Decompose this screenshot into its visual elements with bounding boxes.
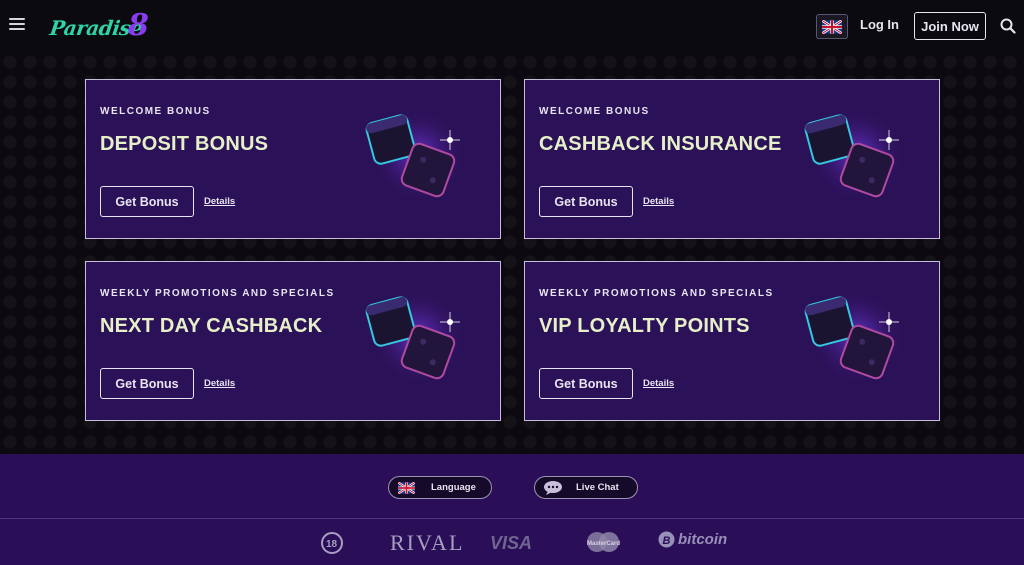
promo-title: VIP LOYALTY POINTS xyxy=(539,315,750,337)
details-link[interactable]: Details xyxy=(643,378,674,389)
menu-icon[interactable] xyxy=(9,18,25,32)
site-logo[interactable]: Paradise 8 xyxy=(48,8,160,44)
chat-bubble-icon xyxy=(544,480,562,495)
login-link[interactable]: Log In xyxy=(860,17,899,32)
age-18-icon: 18 xyxy=(320,531,344,560)
uk-flag-icon xyxy=(822,19,842,34)
promotions-area: WELCOME BONUS DEPOSIT BONUS Get Bonus De… xyxy=(0,52,1024,454)
promo-title: CASHBACK INSURANCE xyxy=(539,133,782,155)
language-button[interactable]: Language xyxy=(388,476,492,499)
promo-subtitle: WEEKLY PROMOTIONS AND SPECIALS xyxy=(100,288,335,299)
logo-number: 8 xyxy=(128,8,149,43)
rival-logo: RIVAL xyxy=(390,530,465,555)
promo-title: DEPOSIT BONUS xyxy=(100,133,269,155)
promo-card: WELCOME BONUS CASHBACK INSURANCE Get Bon… xyxy=(524,79,940,239)
promo-card: WEEKLY PROMOTIONS AND SPECIALS VIP LOYAL… xyxy=(524,261,940,421)
dice-icon xyxy=(804,107,905,203)
live-chat-button[interactable]: Live Chat xyxy=(534,476,638,499)
search-icon[interactable] xyxy=(1000,18,1016,34)
top-header: Paradise 8 Log In Join Now xyxy=(0,0,1024,52)
bitcoin-icon: B xyxy=(658,531,675,548)
dice-icon xyxy=(365,107,466,203)
uk-flag-icon xyxy=(398,481,415,494)
live-chat-label: Live Chat xyxy=(576,482,619,493)
bitcoin-logo: B bitcoin xyxy=(658,531,727,548)
bitcoin-label: bitcoin xyxy=(678,531,728,548)
details-link[interactable]: Details xyxy=(204,378,235,389)
promo-card: WELCOME BONUS DEPOSIT BONUS Get Bonus De… xyxy=(85,79,501,239)
details-link[interactable]: Details xyxy=(204,196,235,207)
promo-card: WEEKLY PROMOTIONS AND SPECIALS NEXT DAY … xyxy=(85,261,501,421)
promo-title: NEXT DAY CASHBACK xyxy=(100,315,323,337)
dice-icon xyxy=(804,289,905,385)
promo-subtitle: WELCOME BONUS xyxy=(539,106,650,117)
svg-text:MasterCard: MasterCard xyxy=(587,541,620,547)
dice-icon xyxy=(365,289,466,385)
get-bonus-button[interactable]: Get Bonus xyxy=(539,368,633,399)
svg-text:B: B xyxy=(663,535,671,547)
promo-subtitle: WEEKLY PROMOTIONS AND SPECIALS xyxy=(539,288,774,299)
footer-divider xyxy=(0,518,1024,519)
join-now-button[interactable]: Join Now xyxy=(914,12,986,40)
mastercard-logo: MasterCard xyxy=(585,531,621,558)
language-flag-button[interactable] xyxy=(816,14,848,39)
promo-subtitle: WELCOME BONUS xyxy=(100,106,211,117)
visa-logo: VISA xyxy=(490,533,533,553)
get-bonus-button[interactable]: Get Bonus xyxy=(100,368,194,399)
get-bonus-button[interactable]: Get Bonus xyxy=(539,186,633,217)
get-bonus-button[interactable]: Get Bonus xyxy=(100,186,194,217)
svg-text:18: 18 xyxy=(326,539,338,550)
site-footer: Language Live Chat 18 RIVAL VISA MasterC… xyxy=(0,454,1024,565)
details-link[interactable]: Details xyxy=(643,196,674,207)
language-label: Language xyxy=(431,482,476,493)
